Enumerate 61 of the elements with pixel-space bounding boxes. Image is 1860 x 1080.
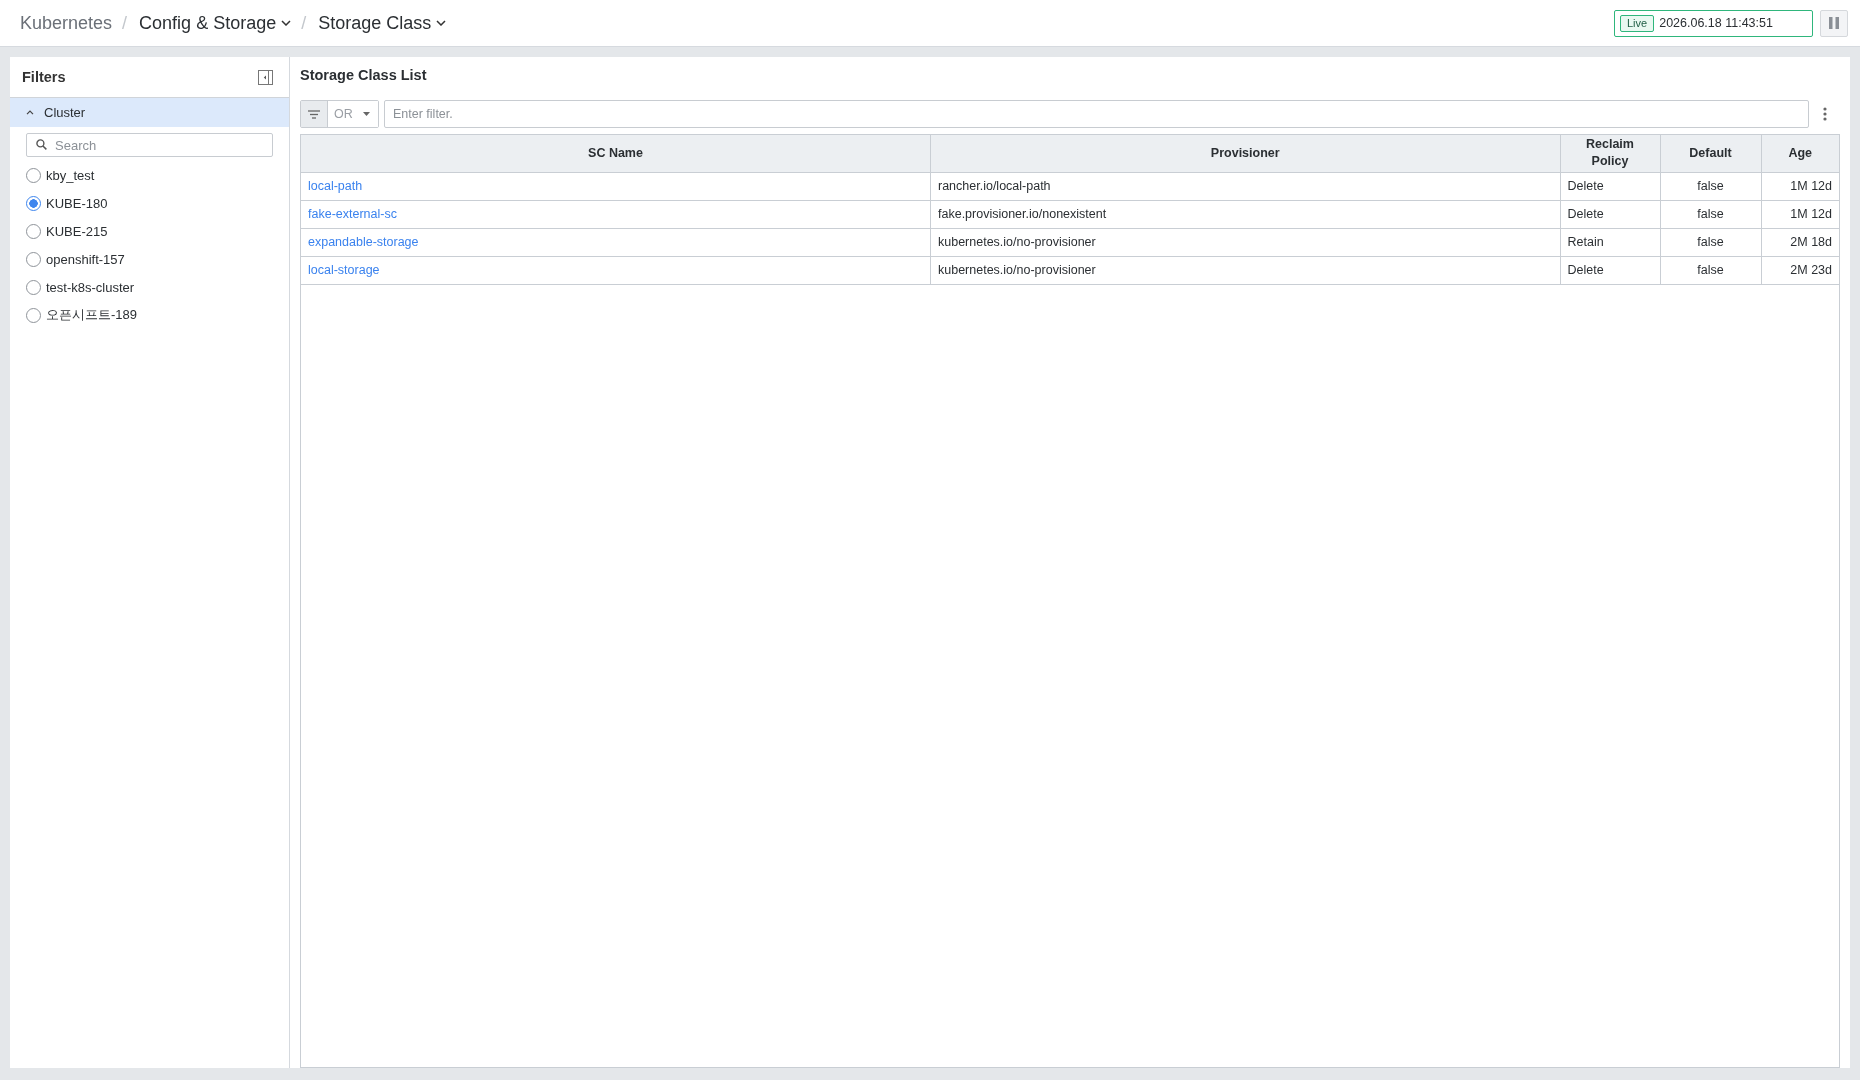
cluster-option-label[interactable]: KUBE-215: [46, 223, 108, 239]
pause-button[interactable]: [1820, 9, 1848, 37]
filter-icon: [308, 109, 320, 119]
pause-icon: [1829, 17, 1839, 29]
panel-collapse-icon: [258, 69, 273, 85]
table-cell: Delete: [1560, 172, 1660, 200]
table-cell: false: [1660, 200, 1761, 228]
column-header[interactable]: Reclaim Policy: [1560, 135, 1660, 172]
storage-class-link[interactable]: fake-external-sc: [308, 207, 397, 221]
cluster-option-label[interactable]: 오픈시프트-189: [46, 306, 138, 324]
table-cell: fake.provisioner.io/nonexistent: [930, 200, 1560, 228]
radio-button[interactable]: [26, 279, 41, 295]
storage-class-link[interactable]: local-storage: [308, 263, 380, 277]
table-cell: false: [1660, 256, 1761, 284]
breadcrumb-separator: /: [122, 12, 128, 34]
column-header[interactable]: SC Name: [301, 135, 931, 172]
radio-button[interactable]: [26, 223, 41, 239]
radio-button[interactable]: [26, 307, 41, 323]
search-icon: [36, 139, 47, 150]
radio-button[interactable]: [26, 167, 41, 183]
table-cell: Delete: [1560, 200, 1660, 228]
column-header[interactable]: Provisioner: [930, 135, 1560, 172]
cluster-option-label[interactable]: kby_test: [46, 167, 95, 183]
column-header[interactable]: Age: [1761, 135, 1839, 172]
chevron-down-icon: [436, 20, 447, 26]
cluster-option-label[interactable]: KUBE-180: [46, 195, 108, 211]
table-cell: 1M 12d: [1761, 172, 1839, 200]
table-cell: Delete: [1560, 256, 1660, 284]
table-cell: rancher.io/local-path: [930, 172, 1560, 200]
collapse-panel-button[interactable]: [258, 69, 273, 85]
filters-title: Filters: [22, 69, 66, 85]
radio-button[interactable]: [26, 195, 41, 211]
cluster-option-label[interactable]: openshift-157: [46, 251, 125, 267]
table-cell: false: [1660, 228, 1761, 256]
chevron-down-icon: [281, 20, 292, 26]
cluster-group-header[interactable]: Cluster: [10, 98, 289, 127]
list-title: Storage Class List: [300, 66, 428, 84]
filter-input[interactable]: Enter filter.: [384, 100, 1809, 128]
breadcrumb-dropdown[interactable]: Storage Class: [318, 12, 447, 34]
search-field[interactable]: Search: [26, 133, 273, 157]
storage-class-link[interactable]: local-path: [308, 179, 363, 193]
storage-class-link[interactable]: expandable-storage: [308, 235, 419, 249]
table-cell: Retain: [1560, 228, 1660, 256]
breadcrumb-link[interactable]: Kubernetes: [20, 12, 113, 34]
chevron-up-icon: [26, 110, 34, 115]
filter-button[interactable]: [301, 101, 328, 127]
radio-button[interactable]: [26, 251, 41, 267]
column-header[interactable]: Default: [1660, 135, 1761, 172]
table-cell: kubernetes.io/no-provisioner: [930, 228, 1560, 256]
more-icon: [1822, 107, 1827, 121]
breadcrumb-separator: /: [301, 12, 307, 34]
breadcrumb-dropdown[interactable]: Config & Storage: [139, 12, 292, 34]
table-cell: kubernetes.io/no-provisioner: [930, 256, 1560, 284]
table-cell: 2M 18d: [1761, 228, 1839, 256]
table-cell: false: [1660, 172, 1761, 200]
table-cell: 2M 23d: [1761, 256, 1839, 284]
cluster-option-label[interactable]: test-k8s-cluster: [46, 279, 135, 295]
timestamp-text: 2026.06.18 11:43:51: [1659, 16, 1773, 30]
caret-icon: [363, 112, 370, 116]
table-cell: 1M 12d: [1761, 200, 1839, 228]
live-badge: Live: [1620, 14, 1655, 32]
